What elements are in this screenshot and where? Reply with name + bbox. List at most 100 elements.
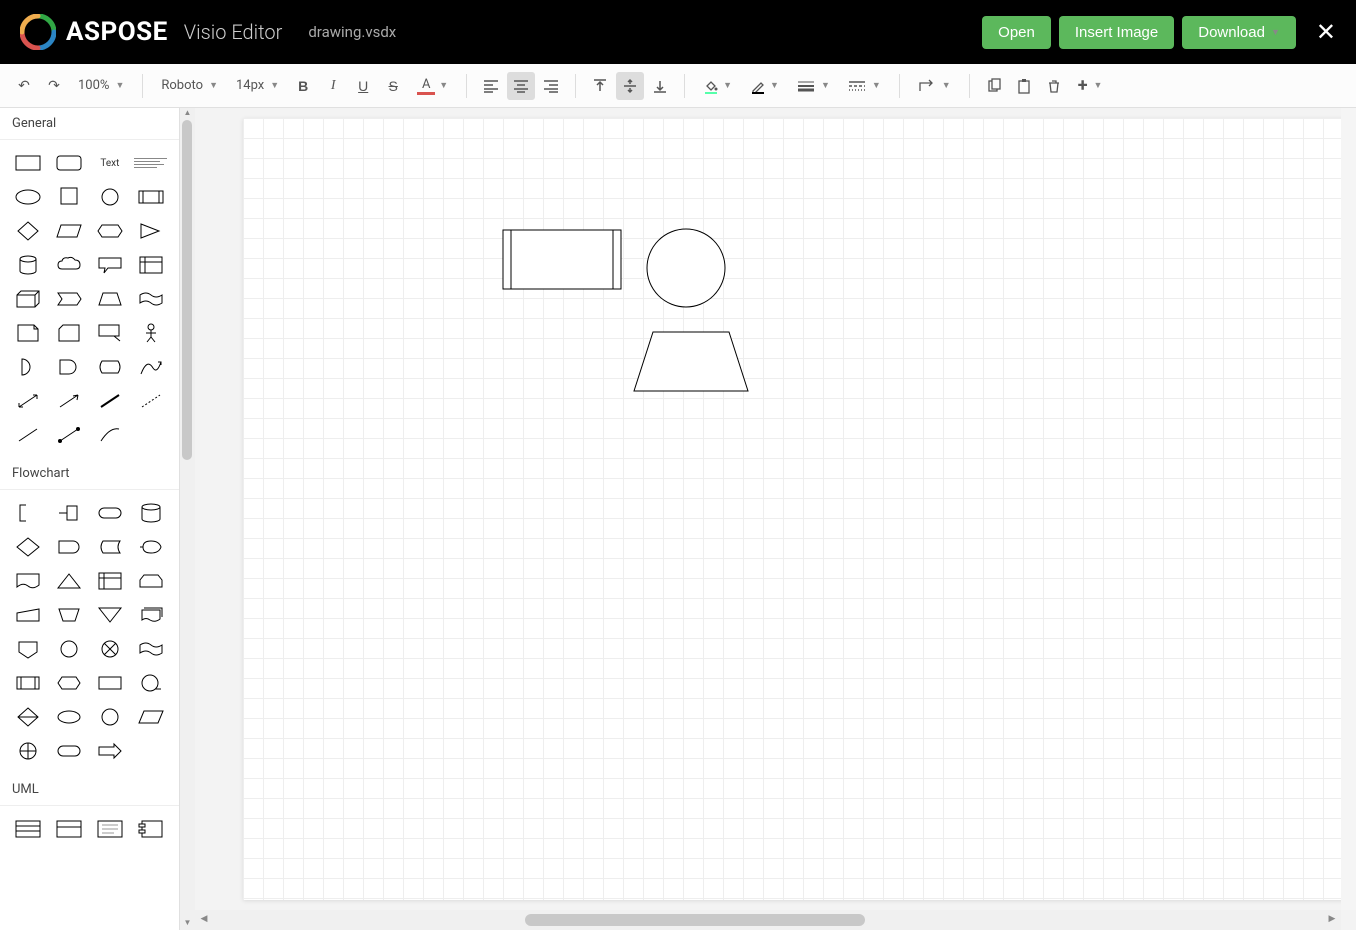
shape-and[interactable]: [51, 352, 88, 382]
open-button[interactable]: Open: [982, 16, 1051, 49]
fc-manual-input[interactable]: [10, 600, 47, 630]
canvas-shape-rect[interactable]: [503, 230, 621, 289]
sidebar-scrollbar[interactable]: ▲ ▼: [180, 108, 195, 930]
fc-sort[interactable]: [10, 702, 47, 732]
canvas-shape-trapezoid[interactable]: [634, 332, 748, 391]
fc-sum[interactable]: [10, 736, 47, 766]
shape-line-dots[interactable]: [51, 420, 88, 450]
shape-tape[interactable]: [132, 284, 169, 314]
fc-connector[interactable]: [51, 634, 88, 664]
font-family-dropdown[interactable]: Roboto▼: [153, 74, 226, 97]
fc-decision[interactable]: [10, 532, 47, 562]
shape-text[interactable]: Text: [92, 148, 129, 178]
close-button[interactable]: ✕: [1316, 18, 1336, 47]
shape-cube[interactable]: [10, 284, 47, 314]
sidebar-scrollthumb[interactable]: [182, 120, 192, 460]
uml-class2[interactable]: [51, 814, 88, 844]
valign-bottom-button[interactable]: [646, 72, 674, 100]
insert-image-button[interactable]: Insert Image: [1059, 16, 1174, 49]
line-dash-dropdown[interactable]: ▼: [840, 75, 889, 97]
align-left-button[interactable]: [477, 72, 505, 100]
fc-transfer[interactable]: [92, 736, 129, 766]
line-style-dropdown[interactable]: ▼: [789, 75, 838, 97]
add-dropdown[interactable]: + ▼: [1070, 71, 1111, 100]
fc-annotation[interactable]: [10, 498, 47, 528]
scroll-right-arrow-icon[interactable]: ▶: [1325, 914, 1339, 924]
copy-button[interactable]: [980, 72, 1008, 100]
fc-offpage[interactable]: [10, 634, 47, 664]
fc-terminator[interactable]: [92, 498, 129, 528]
fc-internal-storage[interactable]: [92, 566, 129, 596]
shape-trapezoid[interactable]: [92, 284, 129, 314]
shape-curve[interactable]: [132, 352, 169, 382]
shape-triangle[interactable]: [132, 216, 169, 246]
fc-preparation[interactable]: [51, 668, 88, 698]
redo-button[interactable]: ↷: [40, 72, 68, 100]
shape-datastore[interactable]: [92, 352, 129, 382]
canvas-area[interactable]: ◀ ▶: [195, 108, 1356, 930]
valign-top-button[interactable]: [586, 72, 614, 100]
shape-ellipse[interactable]: [10, 182, 47, 212]
fc-extract[interactable]: [51, 566, 88, 596]
shape-note[interactable]: [10, 318, 47, 348]
shape-line[interactable]: [10, 420, 47, 450]
fc-terminator2[interactable]: [51, 736, 88, 766]
line-color-dropdown[interactable]: ▼: [742, 74, 787, 98]
shape-hexagon[interactable]: [92, 216, 129, 246]
fill-color-dropdown[interactable]: ▼: [695, 74, 740, 98]
fc-predefined[interactable]: [10, 668, 47, 698]
shape-diamond[interactable]: [10, 216, 47, 246]
delete-button[interactable]: [1040, 72, 1068, 100]
fc-or[interactable]: [92, 634, 129, 664]
uml-class[interactable]: [10, 814, 47, 844]
fc-start[interactable]: [51, 702, 88, 732]
fc-loop-limit[interactable]: [132, 566, 169, 596]
palette-header-flowchart[interactable]: Flowchart: [0, 458, 179, 490]
download-button[interactable]: Download ▼: [1182, 16, 1296, 49]
fc-multi-doc[interactable]: [132, 600, 169, 630]
italic-button[interactable]: I: [319, 72, 347, 100]
fc-annotation2[interactable]: [51, 498, 88, 528]
fc-manual-op[interactable]: [51, 600, 88, 630]
fc-document[interactable]: [10, 566, 47, 596]
shape-callout[interactable]: [92, 250, 129, 280]
palette-header-uml[interactable]: UML: [0, 774, 179, 806]
shape-rectangle[interactable]: [10, 148, 47, 178]
fc-database[interactable]: [132, 498, 169, 528]
uml-note[interactable]: [92, 814, 129, 844]
font-size-dropdown[interactable]: 14px▼: [228, 74, 287, 97]
shape-parallelogram[interactable]: [51, 216, 88, 246]
fc-delay[interactable]: [51, 532, 88, 562]
shape-half-circle-r[interactable]: [10, 352, 47, 382]
canvas-drawing[interactable]: [243, 118, 1303, 898]
shape-step[interactable]: [51, 284, 88, 314]
text-color-dropdown[interactable]: A ▼: [409, 73, 456, 99]
shape-rounded-rect[interactable]: [51, 148, 88, 178]
canvas-vscroll[interactable]: [1341, 108, 1356, 910]
fc-process[interactable]: [92, 668, 129, 698]
fc-display[interactable]: [132, 532, 169, 562]
shape-square[interactable]: [51, 182, 88, 212]
fc-merge[interactable]: [92, 600, 129, 630]
shape-heading[interactable]: [132, 148, 169, 178]
shape-dashed-line[interactable]: [132, 386, 169, 416]
shape-process[interactable]: [132, 182, 169, 212]
shape-arrow[interactable]: [51, 386, 88, 416]
connector-style-dropdown[interactable]: ▼: [910, 75, 959, 97]
fc-tape2[interactable]: [132, 634, 169, 664]
paste-button[interactable]: [1010, 72, 1038, 100]
strikethrough-button[interactable]: S: [379, 72, 407, 100]
align-right-button[interactable]: [537, 72, 565, 100]
shape-bi-arrow[interactable]: [10, 386, 47, 416]
scroll-down-arrow-icon[interactable]: ▼: [180, 918, 195, 930]
fc-data[interactable]: [132, 702, 169, 732]
fc-start2[interactable]: [92, 702, 129, 732]
fc-stored-data[interactable]: [92, 532, 129, 562]
shape-card[interactable]: [51, 318, 88, 348]
shape-cloud[interactable]: [51, 250, 88, 280]
bold-button[interactable]: B: [289, 72, 317, 100]
align-center-button[interactable]: [507, 72, 535, 100]
uml-component[interactable]: [132, 814, 169, 844]
valign-middle-button[interactable]: [616, 72, 644, 100]
scroll-up-arrow-icon[interactable]: ▲: [180, 108, 195, 120]
